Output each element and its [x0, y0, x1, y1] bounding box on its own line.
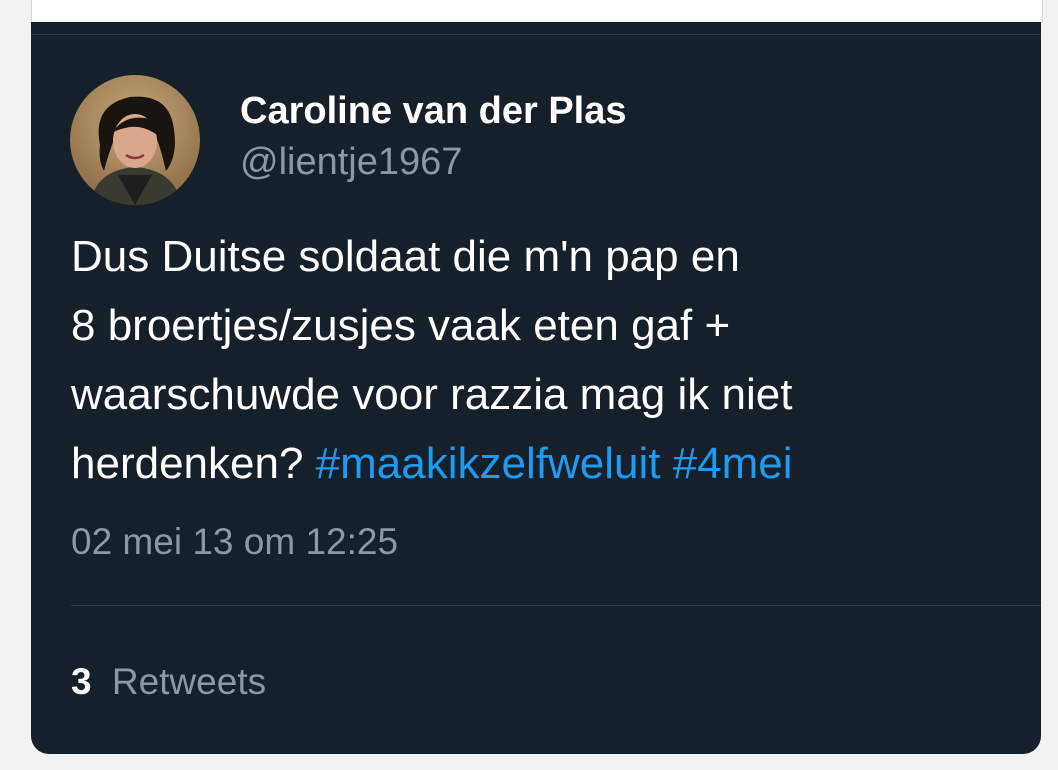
author-handle[interactable]: @lientje1967: [240, 140, 462, 184]
author-display-name[interactable]: Caroline van der Plas: [240, 89, 627, 133]
tweet-text-line: Dus Duitse soldaat die m'n pap en: [71, 222, 1031, 291]
tweet-text-line: waarschuwde voor razzia mag ik niet: [71, 360, 1031, 429]
tweet-text-segment: [660, 439, 672, 488]
retweet-count: 3: [71, 661, 92, 702]
tweet-text: Dus Duitse soldaat die m'n pap en 8 broer…: [71, 222, 1031, 498]
divider: [71, 605, 1041, 606]
hashtag-link[interactable]: #maakikzelfweluit: [316, 439, 661, 488]
tweet-text-line: 8 broertjes/zusjes vaak eten gaf +: [71, 291, 1031, 360]
tweet-card[interactable]: Caroline van der Plas @lientje1967 Dus D…: [31, 22, 1041, 754]
tweet-text-segment: waarschuwde voor razzia mag ik niet: [71, 370, 793, 419]
retweet-label: Retweets: [111, 661, 267, 702]
avatar[interactable]: [70, 75, 200, 205]
retweets-stat[interactable]: 3 Retweets: [71, 659, 266, 705]
tweet-timestamp[interactable]: 02 mei 13 om 12:25: [71, 519, 398, 565]
card-top-border: [31, 34, 1041, 35]
tweet-text-line: herdenken? #maakikzelfweluit #4mei: [71, 429, 1031, 498]
page-top-strip: [31, 0, 1043, 22]
tweet-text-segment: 8 broertjes/zusjes vaak eten gaf +: [71, 301, 731, 350]
profile-photo-icon: [70, 75, 200, 205]
hashtag-link[interactable]: #4mei: [673, 439, 793, 488]
tweet-text-segment: Dus Duitse soldaat die m'n pap en: [71, 232, 740, 281]
tweet-text-segment: herdenken?: [71, 439, 316, 488]
